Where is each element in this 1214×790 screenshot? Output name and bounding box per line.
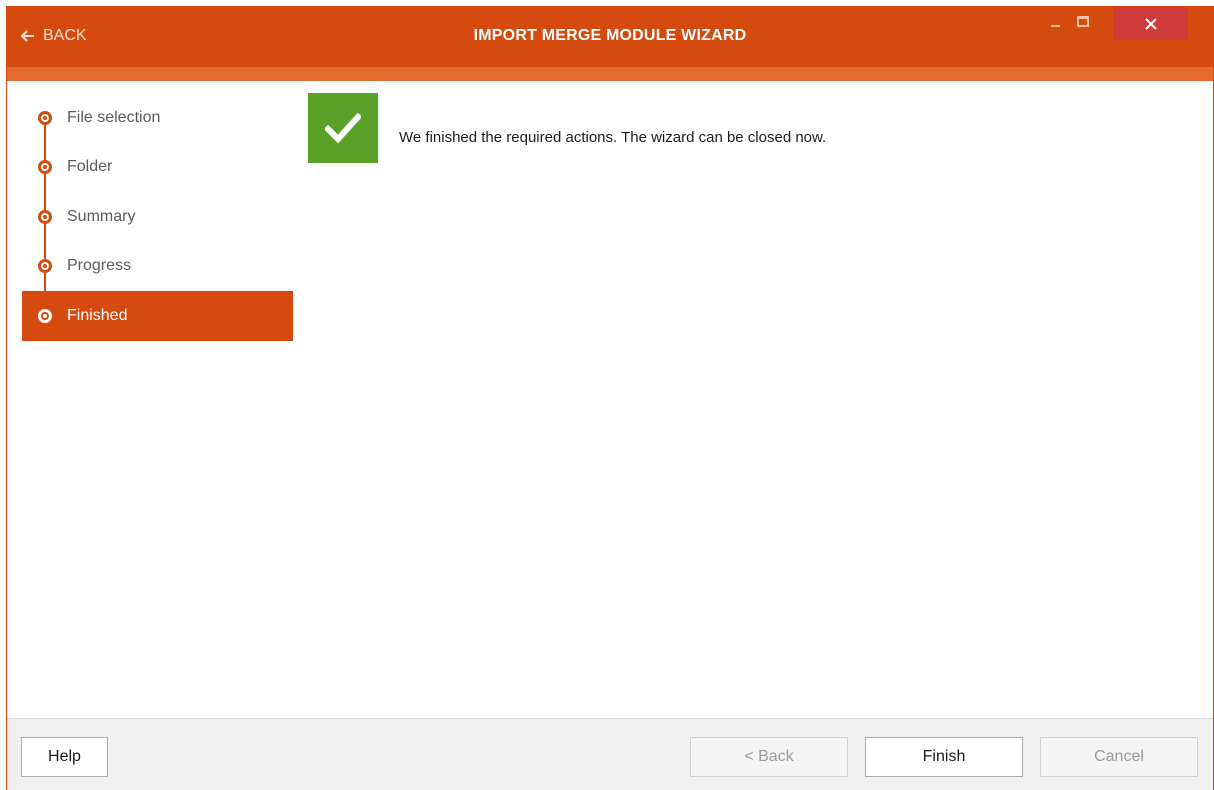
step-dot-icon — [38, 160, 52, 175]
completion-message: We finished the required actions. The wi… — [399, 129, 827, 146]
step-dot-icon — [38, 259, 52, 274]
step-dot-icon — [38, 209, 52, 224]
step-label: Folder — [67, 158, 113, 176]
step-label: Summary — [67, 207, 136, 225]
maximize-icon — [1077, 16, 1089, 27]
step-finished[interactable]: Finished — [22, 291, 293, 341]
window-title: IMPORT MERGE MODULE WIZARD — [473, 27, 747, 44]
title-bar-accent-strip — [7, 67, 1213, 81]
maximize-button[interactable] — [1071, 7, 1095, 40]
step-summary[interactable]: Summary — [22, 192, 293, 242]
finish-button[interactable]: Finish — [865, 737, 1023, 777]
success-tile — [308, 93, 378, 163]
step-folder[interactable]: Folder — [22, 143, 293, 193]
wizard-steps: File selection Folder Summary Progress F… — [22, 93, 293, 341]
step-progress[interactable]: Progress — [22, 242, 293, 292]
footer-bar: Help < Back Finish Cancel — [7, 718, 1213, 790]
help-button[interactable]: Help — [21, 737, 108, 777]
back-button[interactable]: < Back — [690, 737, 848, 777]
minimize-button[interactable] — [1043, 7, 1067, 40]
cancel-button[interactable]: Cancel — [1040, 737, 1198, 777]
checkmark-icon — [325, 113, 361, 143]
close-button[interactable] — [1113, 7, 1188, 40]
minimize-icon — [1050, 24, 1060, 27]
close-icon — [1144, 17, 1157, 30]
title-bar: BACK IMPORT MERGE MODULE WIZARD — [7, 7, 1213, 67]
step-dot-icon — [38, 308, 52, 323]
step-label: File selection — [67, 108, 161, 126]
step-label: Progress — [67, 257, 132, 275]
step-label: Finished — [67, 306, 128, 324]
step-dot-icon — [38, 110, 52, 125]
step-file-selection[interactable]: File selection — [22, 93, 293, 143]
wizard-window: BACK IMPORT MERGE MODULE WIZARD File sel… — [6, 6, 1214, 790]
